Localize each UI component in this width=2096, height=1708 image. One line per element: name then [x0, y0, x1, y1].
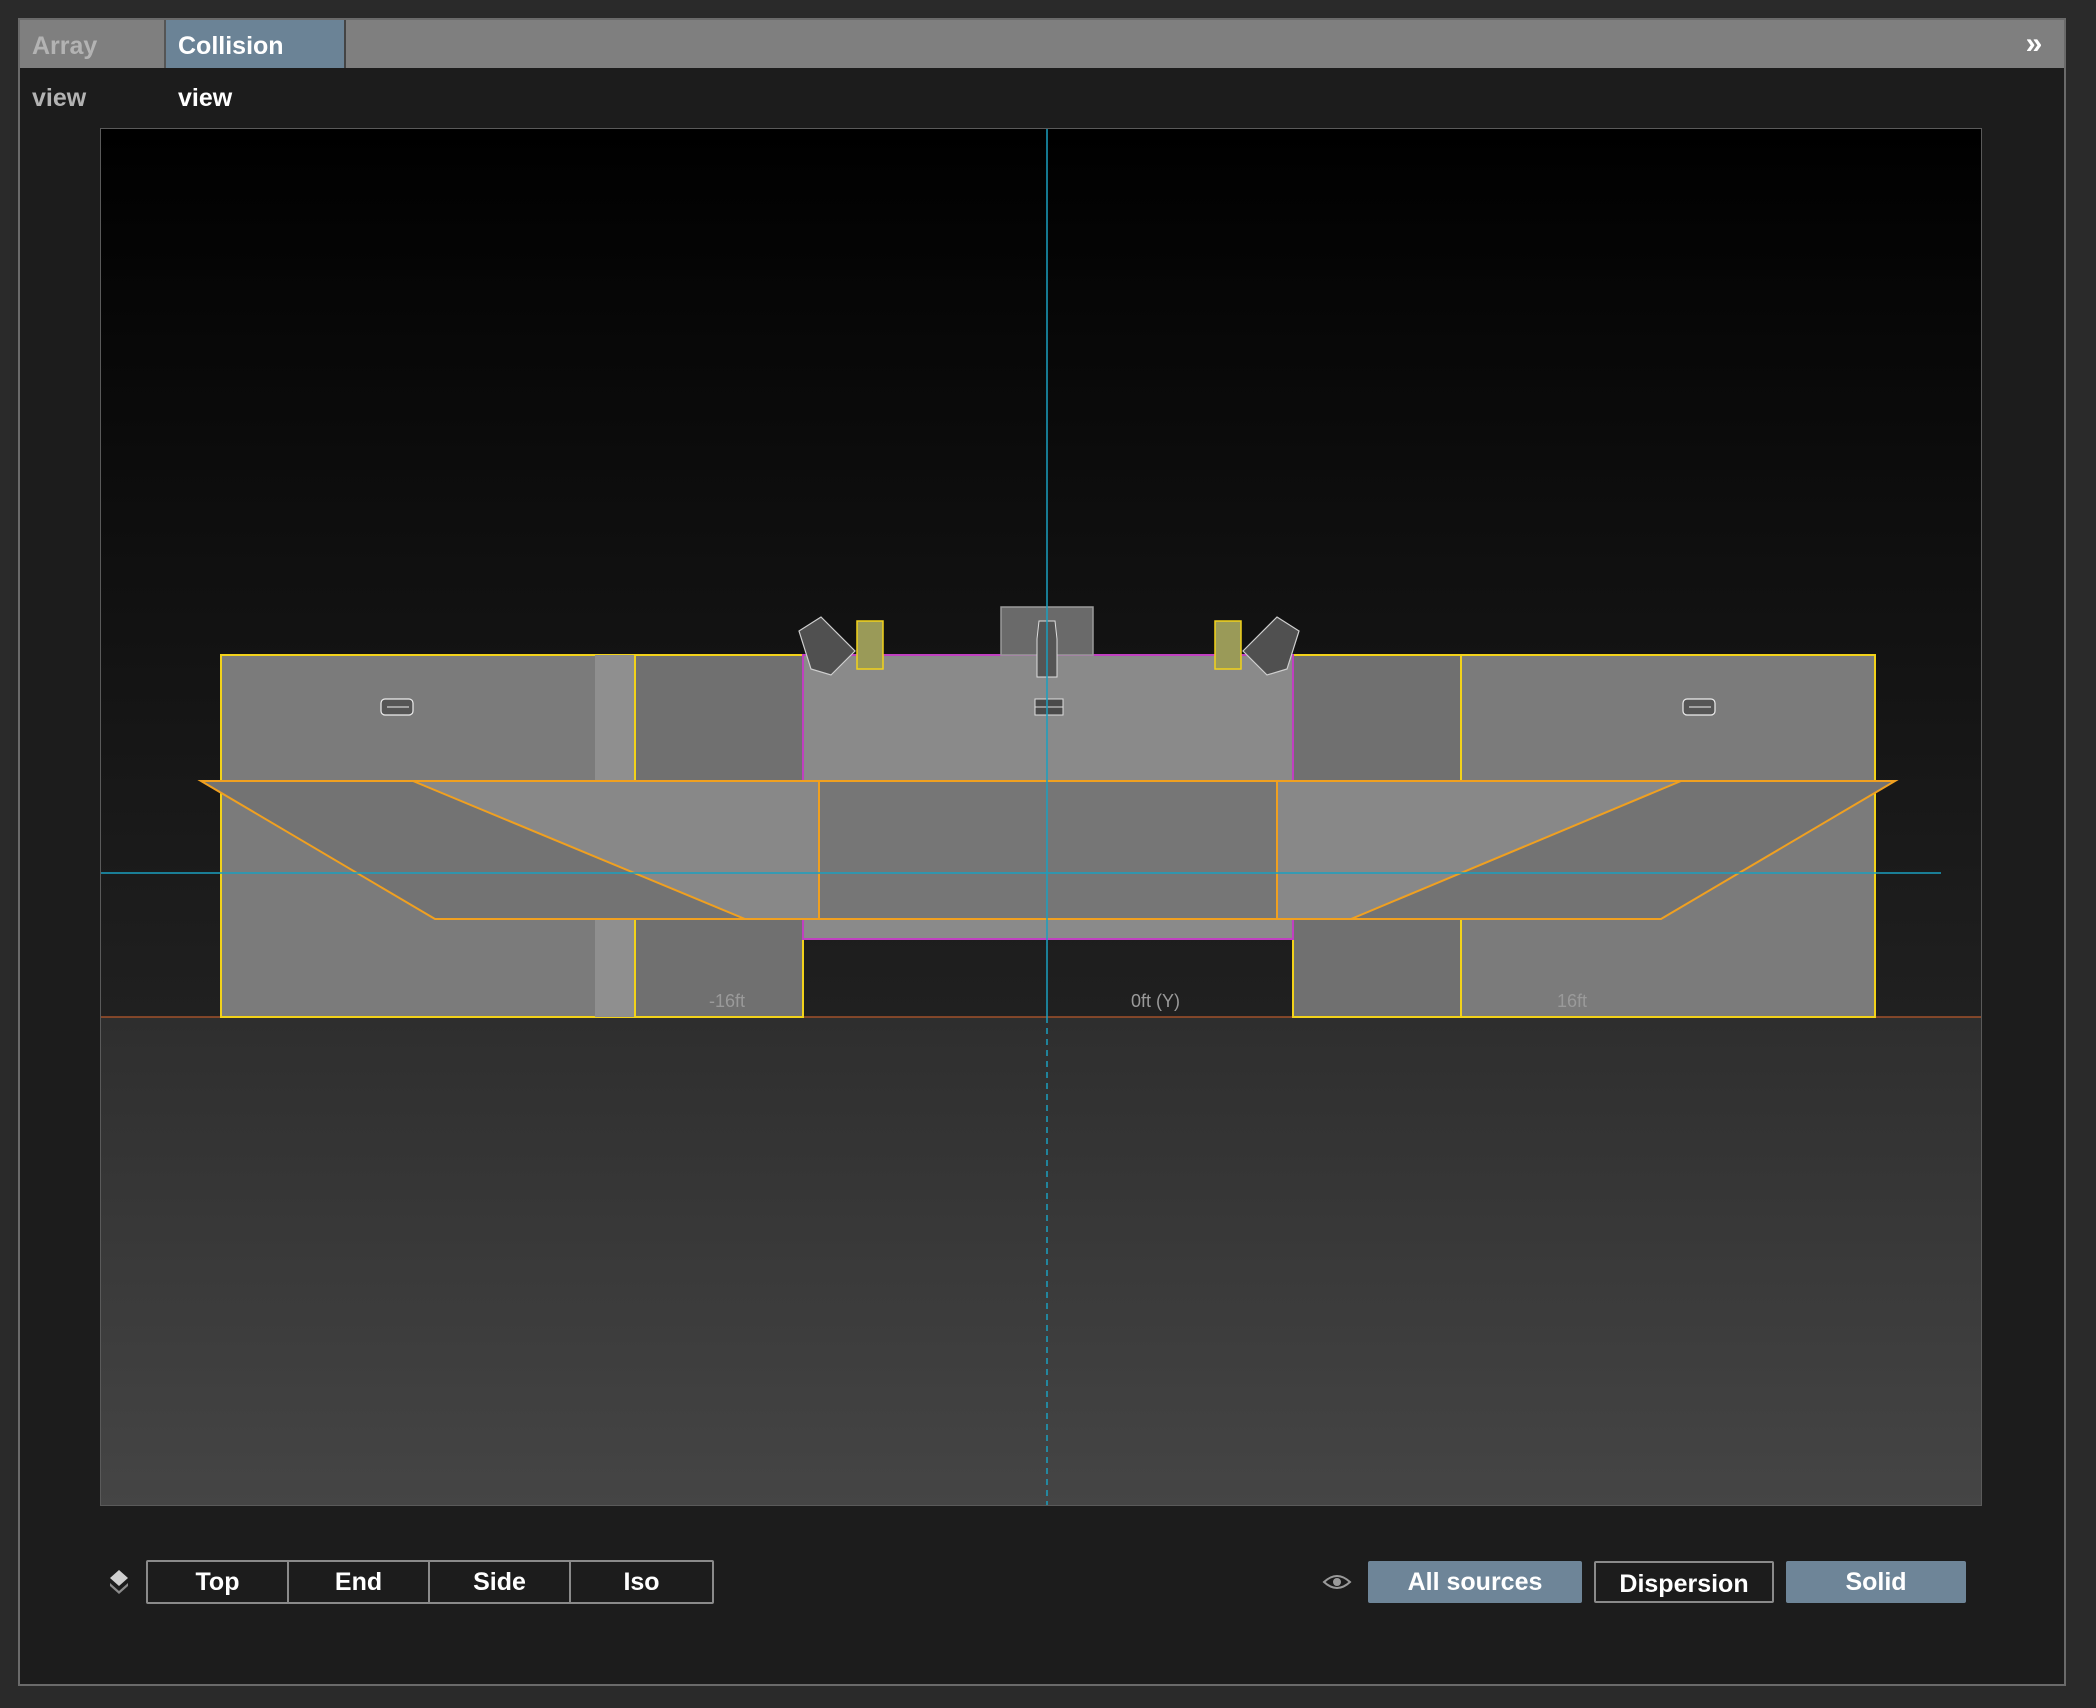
- left-fill-speaker[interactable]: [856, 620, 884, 670]
- tab-bar: Array view Collision view »: [20, 20, 2064, 112]
- axis-label-left: -16ft: [709, 991, 745, 1011]
- view-side-button[interactable]: Side: [430, 1562, 571, 1602]
- view-top-button[interactable]: Top: [148, 1562, 289, 1602]
- dispersion-button[interactable]: Dispersion: [1594, 1561, 1774, 1603]
- right-fill-speaker[interactable]: [1214, 620, 1242, 670]
- all-sources-button[interactable]: All sources: [1368, 1561, 1582, 1603]
- view-iso-button[interactable]: Iso: [571, 1562, 712, 1602]
- solid-button[interactable]: Solid: [1786, 1561, 1966, 1603]
- tab-array-view[interactable]: Array view: [20, 20, 162, 112]
- deck-center-section: [818, 780, 1278, 920]
- collision-view-panel: Array view Collision view » -16ft 0ft (Y…: [18, 18, 2066, 1686]
- tab-collision-view[interactable]: Collision view: [164, 20, 346, 112]
- collision-viewport[interactable]: -16ft 0ft (Y) 16ft: [100, 128, 1982, 1506]
- layers-icon[interactable]: [108, 1567, 134, 1597]
- view-toolbar: Top End Side Iso: [108, 1560, 714, 1604]
- display-toolbar: All sources Dispersion Solid: [1322, 1560, 1978, 1604]
- view-mode-segmented: Top End Side Iso: [146, 1560, 714, 1604]
- eye-icon[interactable]: [1322, 1570, 1352, 1594]
- left-surround-speaker-icon[interactable]: [380, 698, 414, 716]
- right-surround-speaker-icon[interactable]: [1682, 698, 1716, 716]
- double-chevron-right-icon[interactable]: »: [2016, 26, 2052, 62]
- axis-label-center: 0ft (Y): [1131, 991, 1180, 1011]
- axis-label-right: 16ft: [1557, 991, 1587, 1011]
- view-end-button[interactable]: End: [289, 1562, 430, 1602]
- collision-scene: -16ft 0ft (Y) 16ft: [101, 129, 1981, 1505]
- floor-plane: [101, 1017, 1981, 1505]
